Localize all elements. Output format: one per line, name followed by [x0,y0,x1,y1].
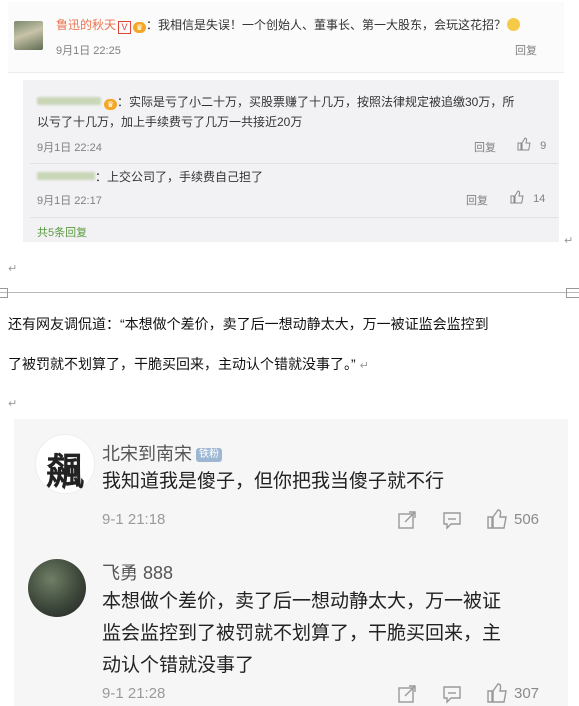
reply-time: 9月1日 22:17 [37,195,102,207]
reply-button[interactable]: 回复 [474,139,496,155]
comment-card: 鲁迅的秋天 V ♛ ：我相信是失误！一个创始人、董事长、第一大股东，会玩这花招？ 9月… [8,2,564,73]
thumb-up-icon[interactable] [486,508,508,530]
blurred-username [37,172,95,180]
app-comment-screenshot: 飆 北宋到南宋 铁粉 我知道我是傻子，但你把我当傻子就不行 9-1 21:18 5… [14,419,568,706]
like-count: 14 [533,193,546,205]
thumb-up-icon [510,190,524,204]
like-button[interactable]: 14 [510,190,545,205]
page-marker [566,288,579,298]
like-button[interactable]: 9 [517,137,546,152]
divider [30,217,558,218]
return-mark: ↵ [8,263,18,275]
vip-icon: ♛ [104,99,117,110]
thumb-up-icon[interactable] [486,682,508,704]
doc-paragraph-line: 了被罚就不划算了，干脆买回来，主动认个错就没事了。” ↵ [8,356,369,372]
comment-time: 9-1 21:28 [102,685,166,702]
comment-body: ：我相信是失误！一个创始人、董事长、第一大股东，会玩这花招？ [146,18,507,32]
doc-paragraph-line: 还有网友调侃道：“本想做个差价，卖了后一想动静太大，万一被证监会监控到 [8,316,489,332]
reply-text: ：上交公司了，手续费自己担了 [37,167,263,187]
avatar-glyph: 飆 [45,449,84,494]
vip-icon: ♛ [133,22,147,33]
more-replies-link[interactable]: 共5条回复 [37,224,87,240]
verified-icon: V [118,21,132,34]
comment-author[interactable]: 飞勇 888 [102,559,173,585]
divider [30,163,558,164]
reply-button[interactable]: 回复 [515,42,537,58]
avatar[interactable]: 飆 [35,434,95,494]
like-count: 307 [514,685,540,702]
thumb-up-icon [517,137,531,151]
like-count: 506 [514,511,540,528]
section-break [0,292,579,293]
reply-thread: ♛ ：实际是亏了小二十万，买股票赚了十几万，按照法律规定被追缴30万，所 以亏了十… [23,80,559,242]
weibo-comment-screenshot: 鲁迅的秋天 V ♛ ：我相信是失误！一个创始人、董事长、第一大股东，会玩这花招？ 9月… [8,2,564,244]
comment-text: 鲁迅的秋天 V ♛ ：我相信是失误！一个创始人、董事长、第一大股东，会玩这花招？ [56,17,561,34]
page-marker [0,288,8,298]
reply-time: 9月1日 22:24 [37,142,102,154]
share-icon[interactable] [397,510,417,530]
share-icon[interactable] [397,684,417,704]
comment-icon[interactable] [442,510,462,530]
avatar[interactable] [28,559,86,617]
reply-button[interactable]: 回复 [466,192,488,208]
comment-username[interactable]: 鲁迅的秋天 [56,18,116,32]
return-mark: ↵ [8,398,18,410]
blurred-username [37,97,101,105]
comment-icon[interactable] [442,684,462,704]
return-mark: ↵ [564,235,574,247]
comment-time: 9-1 21:18 [102,511,166,528]
emoji-icon [507,18,521,31]
fan-badge: 铁粉 [196,448,222,462]
avatar[interactable] [14,21,43,50]
comment-content: 本想做个差价，卖了后一想动静太大，万一被证 监会监控到了被罚就不划算了，干脆买回… [102,591,502,676]
like-count: 9 [540,140,547,152]
comment-time: 9月1日 22:25 [56,45,121,57]
comment-content: 我知道我是傻子，但你把我当傻子就不行 [102,471,445,492]
comment-author[interactable]: 北宋到南宋 铁粉 [102,440,222,466]
reply-text: ♛ ：实际是亏了小二十万，买股票赚了十几万，按照法律规定被追缴30万，所 以亏了十… [37,95,515,129]
